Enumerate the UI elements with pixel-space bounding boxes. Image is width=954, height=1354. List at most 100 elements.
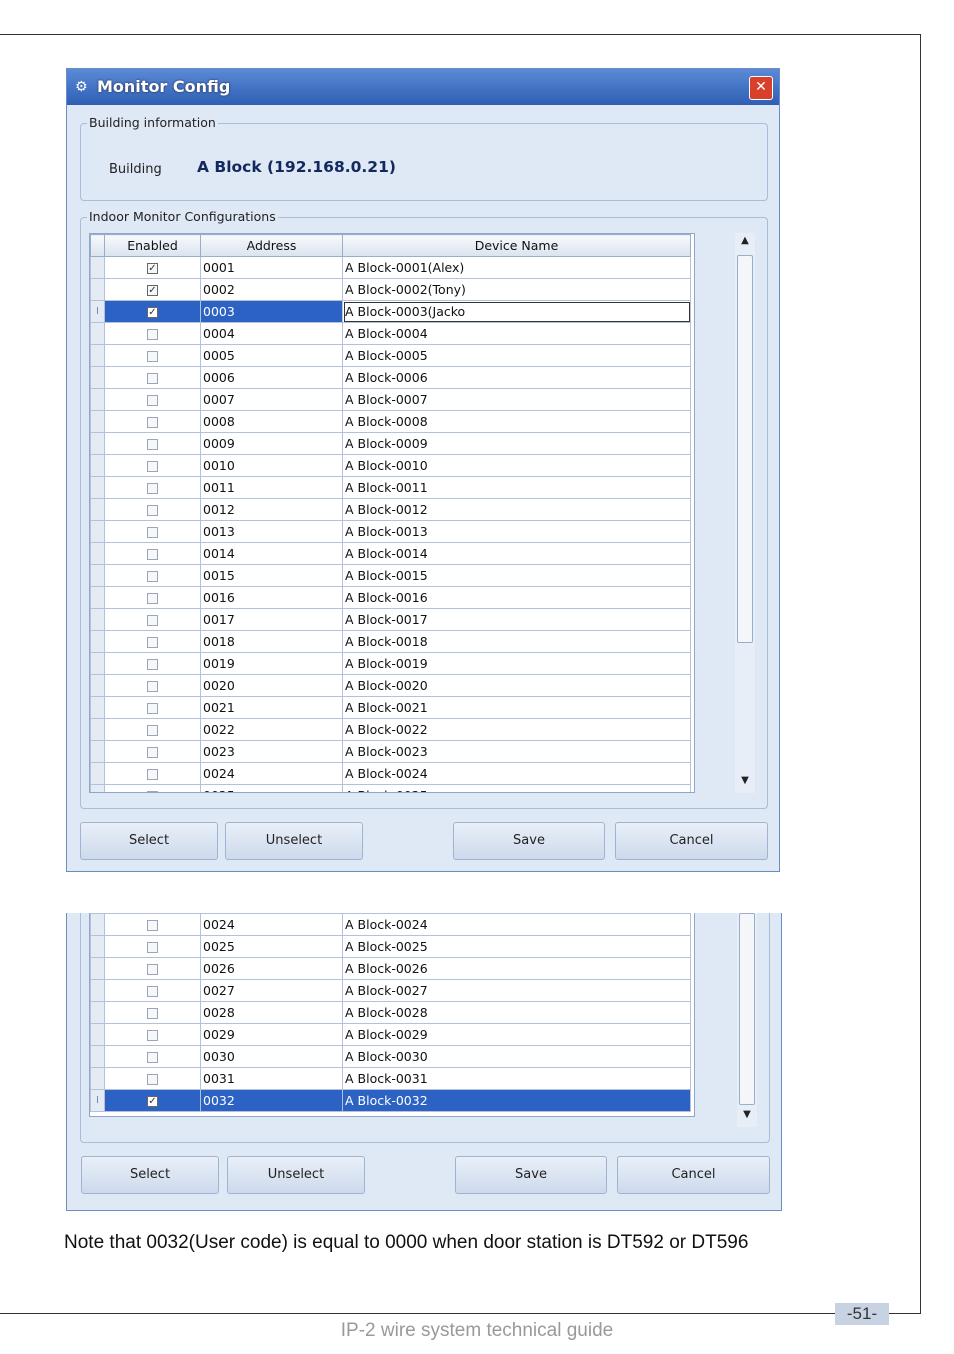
row-header[interactable] (90, 542, 105, 565)
device-name-cell[interactable]: A Block-0005 (342, 344, 691, 367)
device-name-cell[interactable]: A Block-0022 (342, 718, 691, 741)
address-cell[interactable]: 0021 (200, 696, 343, 719)
device-name-cell[interactable]: A Block-0011 (342, 476, 691, 499)
enabled-cell[interactable] (104, 564, 201, 587)
row-header[interactable] (90, 322, 105, 345)
enabled-checkbox[interactable] (147, 527, 158, 538)
row-header[interactable] (90, 476, 105, 499)
table-row[interactable]: 0020 A Block-0020 (90, 674, 691, 697)
device-name-cell[interactable]: A Block-0006 (342, 366, 691, 389)
table-row[interactable]: 0007 A Block-0007 (90, 388, 691, 411)
column-header-device-name[interactable]: Device Name (342, 234, 691, 257)
table-row[interactable]: 0008 A Block-0008 (90, 410, 691, 433)
table-row[interactable]: 0013 A Block-0013 (90, 520, 691, 543)
enabled-cell[interactable] (104, 652, 201, 675)
address-cell[interactable]: 0003 (200, 300, 343, 323)
row-header[interactable] (90, 564, 105, 587)
table-row[interactable]: 0018 A Block-0018 (90, 630, 691, 653)
row-header[interactable] (90, 652, 105, 675)
enabled-cell[interactable] (104, 718, 201, 741)
enabled-checkbox[interactable] (147, 329, 158, 340)
save-button[interactable]: Save (453, 822, 605, 860)
row-header[interactable] (90, 432, 105, 455)
enabled-cell[interactable] (104, 322, 201, 345)
device-name-cell[interactable]: A Block-0002(Tony) (342, 278, 691, 301)
address-cell[interactable]: 0014 (200, 542, 343, 565)
cancel-button[interactable]: Cancel (615, 822, 768, 860)
table-row[interactable]: 0022 A Block-0022 (90, 718, 691, 741)
enabled-cell[interactable] (104, 520, 201, 543)
device-name-cell[interactable]: A Block-0010 (342, 454, 691, 477)
enabled-checkbox[interactable] (147, 461, 158, 472)
enabled-checkbox[interactable] (147, 703, 158, 714)
enabled-checkbox[interactable] (147, 725, 158, 736)
device-name-cell[interactable]: A Block-0024 (342, 762, 691, 785)
address-cell[interactable]: 0008 (200, 410, 343, 433)
address-cell[interactable]: 0022 (200, 718, 343, 741)
table-row[interactable]: 0011 A Block-0011 (90, 476, 691, 499)
address-cell[interactable]: 0016 (200, 586, 343, 609)
device-name-cell[interactable]: A Block-0021 (342, 696, 691, 719)
enabled-cell[interactable] (104, 498, 201, 521)
enabled-checkbox[interactable] (147, 593, 158, 604)
scroll-down-arrow-icon[interactable]: ▼ (735, 775, 755, 786)
enabled-cell[interactable] (104, 696, 201, 719)
table-row[interactable]: ✓ 0001 A Block-0001(Alex) (90, 256, 691, 279)
device-name-cell[interactable]: A Block-0016 (342, 586, 691, 609)
device-name-cell[interactable]: A Block-0017 (342, 608, 691, 631)
table-row[interactable]: 0023 A Block-0023 (90, 740, 691, 763)
enabled-cell[interactable] (104, 762, 201, 785)
enabled-checkbox[interactable] (147, 681, 158, 692)
row-header[interactable] (90, 586, 105, 609)
address-cell[interactable]: 0004 (200, 322, 343, 345)
enabled-cell[interactable] (104, 784, 201, 792)
row-header[interactable]: I (90, 300, 105, 323)
enabled-checkbox[interactable]: ✓ (147, 285, 158, 296)
enabled-cell[interactable] (104, 608, 201, 631)
row-header[interactable] (90, 630, 105, 653)
table-row[interactable]: 0024 A Block-0024 (90, 762, 691, 785)
row-header[interactable] (90, 520, 105, 543)
enabled-checkbox[interactable]: ✓ (147, 307, 158, 318)
unselect-button[interactable]: Unselect (227, 1156, 365, 1194)
table-row[interactable]: ✓ 0002 A Block-0002(Tony) (90, 278, 691, 301)
device-name-cell[interactable]: A Block-0008 (342, 410, 691, 433)
enabled-cell[interactable] (104, 630, 201, 653)
row-header[interactable] (90, 344, 105, 367)
enabled-checkbox[interactable] (147, 483, 158, 494)
select-button[interactable]: Select (81, 1156, 219, 1194)
table-row[interactable]: 0005 A Block-0005 (90, 344, 691, 367)
row-header[interactable] (90, 388, 105, 411)
enabled-cell[interactable] (104, 432, 201, 455)
device-name-cell[interactable]: A Block-0015 (342, 564, 691, 587)
scrollbar-thumb[interactable] (737, 255, 753, 643)
save-button[interactable]: Save (455, 1156, 607, 1194)
column-header-enabled[interactable]: Enabled (104, 234, 201, 257)
enabled-cell[interactable]: ✓ (104, 256, 201, 279)
table-row[interactable]: 0004 A Block-0004 (90, 322, 691, 345)
table-row[interactable]: 0010 A Block-0010 (90, 454, 691, 477)
table-row[interactable]: 0015 A Block-0015 (90, 564, 691, 587)
address-cell[interactable]: 0020 (200, 674, 343, 697)
enabled-checkbox[interactable] (147, 659, 158, 670)
table-row[interactable]: 0006 A Block-0006 (90, 366, 691, 389)
address-cell[interactable]: 0011 (200, 476, 343, 499)
table-row[interactable]: 0017 A Block-0017 (90, 608, 691, 631)
enabled-checkbox[interactable] (147, 549, 158, 560)
row-header[interactable] (90, 366, 105, 389)
title-bar[interactable]: ⚙ Monitor Config ✕ (67, 69, 779, 105)
device-name-cell[interactable]: A Block-0004 (342, 322, 691, 345)
enabled-checkbox[interactable] (147, 747, 158, 758)
enabled-cell[interactable] (104, 366, 201, 389)
row-header[interactable] (90, 498, 105, 521)
device-name-cell[interactable]: A Block-0012 (342, 498, 691, 521)
row-header[interactable] (90, 784, 105, 792)
device-name-cell[interactable]: A Block-0013 (342, 520, 691, 543)
row-header[interactable] (90, 608, 105, 631)
scroll-up-arrow-icon[interactable]: ▲ (735, 235, 755, 246)
enabled-checkbox[interactable] (147, 615, 158, 626)
row-header[interactable] (90, 740, 105, 763)
device-name-cell[interactable]: A Block-0009 (342, 432, 691, 455)
enabled-cell[interactable] (104, 388, 201, 411)
enabled-cell[interactable] (104, 410, 201, 433)
